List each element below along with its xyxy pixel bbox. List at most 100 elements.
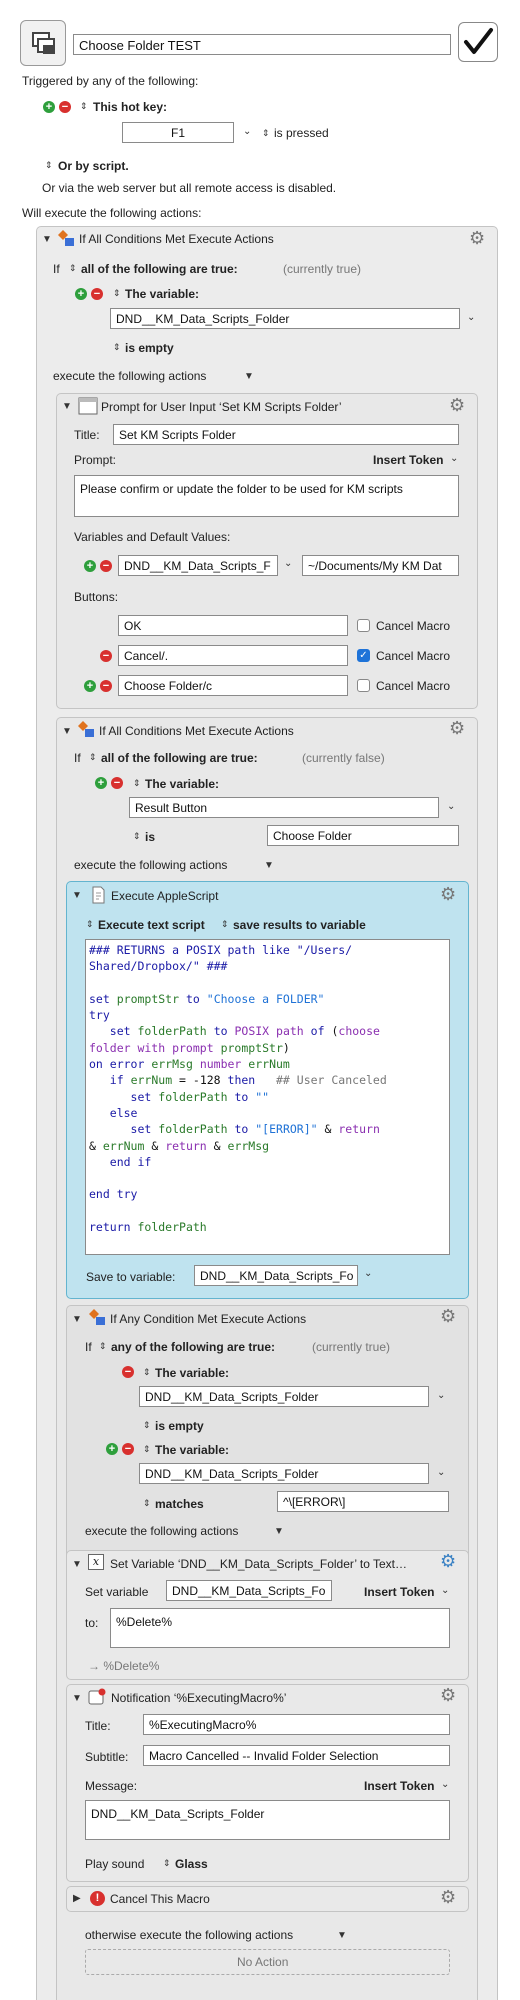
hotkey-state-stepper[interactable]: ⇕ — [262, 127, 270, 139]
gear-icon[interactable]: ⚙ — [449, 719, 465, 737]
button-label-field[interactable]: Choose Folder/c — [118, 675, 348, 696]
disclosure-triangle-icon[interactable]: ▼ — [264, 860, 274, 871]
condition-type[interactable]: The variable: — [125, 287, 199, 301]
match-stepper[interactable]: ⇕ — [99, 1340, 107, 1352]
condition-op[interactable]: matches — [155, 1497, 204, 1511]
chevron-down-icon[interactable]: ⌄ — [441, 1585, 449, 1596]
condition-value-field[interactable]: ^\[ERROR\] — [277, 1491, 449, 1512]
condition-type-stepper[interactable]: ⇕ — [143, 1443, 151, 1455]
hotkey-field[interactable]: F1 — [122, 122, 234, 143]
insert-token-menu[interactable]: Insert Token — [364, 1779, 434, 1793]
chevron-down-icon[interactable]: ⌄ — [467, 312, 475, 323]
gear-icon[interactable]: ⚙ — [469, 229, 485, 247]
disclosure-triangle-icon[interactable]: ▼ — [72, 1314, 82, 1325]
plus-icon[interactable]: + — [106, 1443, 118, 1455]
button-label-field[interactable]: Cancel/. — [118, 645, 348, 666]
minus-icon[interactable]: − — [100, 560, 112, 572]
variable-name-field[interactable]: DND__KM_Data_Scripts_Folder — [139, 1386, 429, 1407]
plus-icon[interactable]: + — [84, 560, 96, 572]
save-mode[interactable]: save results to variable — [233, 918, 366, 932]
minus-icon[interactable]: − — [122, 1366, 134, 1378]
minus-icon[interactable]: − — [111, 777, 123, 789]
minus-icon[interactable]: − — [100, 650, 112, 662]
condition-op-stepper[interactable]: ⇕ — [133, 830, 141, 842]
save-mode-stepper[interactable]: ⇕ — [221, 918, 229, 930]
gear-icon[interactable]: ⚙ — [440, 1888, 456, 1906]
condition-op[interactable]: is empty — [155, 1419, 204, 1433]
insert-token-menu[interactable]: Insert Token — [364, 1585, 434, 1599]
gear-icon[interactable]: ⚙ — [440, 1686, 456, 1704]
prompt-text-area[interactable]: Please confirm or update the folder to b… — [74, 475, 459, 517]
set-value-text-area[interactable]: %Delete% — [110, 1608, 450, 1648]
notification-title-field[interactable]: %ExecutingMacro% — [143, 1714, 450, 1735]
condition-type-stepper[interactable]: ⇕ — [113, 287, 121, 299]
chevron-down-icon[interactable]: ⌄ — [447, 801, 455, 812]
minus-icon[interactable]: − — [59, 101, 71, 113]
variable-name-field[interactable]: DND__KM_Data_Scripts_Fo — [166, 1580, 332, 1601]
plus-icon[interactable]: + — [84, 680, 96, 692]
sound-stepper[interactable]: ⇕ — [163, 1857, 171, 1869]
chevron-down-icon[interactable]: ⌄ — [243, 126, 251, 137]
minus-icon[interactable]: − — [100, 680, 112, 692]
script-mode[interactable]: Execute text script — [98, 918, 205, 932]
gear-icon[interactable]: ⚙ — [449, 396, 465, 414]
match-label[interactable]: any of the following are true: — [111, 1340, 275, 1354]
gear-icon[interactable]: ⚙ — [440, 1552, 456, 1570]
hotkey-state[interactable]: is pressed — [274, 126, 329, 140]
variable-name-field[interactable]: DND__KM_Data_Scripts_Folder — [110, 308, 460, 329]
disclosure-triangle-icon[interactable]: ▼ — [72, 1693, 82, 1704]
minus-icon[interactable]: − — [91, 288, 103, 300]
notification-subtitle-field[interactable]: Macro Cancelled -- Invalid Folder Select… — [143, 1745, 450, 1766]
condition-op-stepper[interactable]: ⇕ — [143, 1419, 151, 1431]
gear-icon[interactable]: ⚙ — [440, 885, 456, 903]
plus-icon[interactable]: + — [95, 777, 107, 789]
disclosure-triangle-icon[interactable]: ▼ — [274, 1526, 284, 1537]
disclosure-triangle-icon[interactable]: ▼ — [244, 371, 254, 382]
condition-op[interactable]: is — [145, 830, 155, 844]
cancel-macro-checkbox[interactable] — [357, 619, 370, 632]
disclosure-triangle-icon[interactable]: ▼ — [72, 890, 82, 901]
condition-op[interactable]: is empty — [125, 341, 174, 355]
enable-macro-checkbox[interactable] — [458, 22, 498, 62]
match-stepper[interactable]: ⇕ — [89, 751, 97, 763]
condition-type-stepper[interactable]: ⇕ — [143, 1366, 151, 1378]
disclosure-triangle-icon[interactable]: ▼ — [337, 1930, 347, 1941]
match-stepper[interactable]: ⇕ — [69, 262, 77, 274]
variable-default-field[interactable]: ~/Documents/My KM Dat — [302, 555, 459, 576]
macro-name-field[interactable]: Choose Folder TEST — [73, 34, 451, 55]
chevron-down-icon[interactable]: ⌄ — [441, 1779, 449, 1790]
cancel-macro-checkbox[interactable] — [357, 679, 370, 692]
condition-op-stepper[interactable]: ⇕ — [113, 341, 121, 353]
disclosure-triangle-icon[interactable]: ▼ — [62, 726, 72, 737]
match-label[interactable]: all of the following are true: — [81, 262, 238, 276]
disclosure-triangle-icon[interactable]: ▼ — [62, 401, 72, 412]
cancel-macro-checkbox[interactable]: ✓ — [357, 649, 370, 662]
disclosure-triangle-icon[interactable]: ▼ — [42, 234, 52, 245]
chevron-down-icon[interactable]: ⌄ — [437, 1467, 445, 1478]
trigger-type-stepper[interactable]: ⇕ — [80, 100, 88, 112]
match-label[interactable]: all of the following are true: — [101, 751, 258, 765]
button-label-field[interactable]: OK — [118, 615, 348, 636]
save-variable-field[interactable]: DND__KM_Data_Scripts_Fo — [194, 1265, 358, 1286]
script-mode-stepper[interactable]: ⇕ — [86, 918, 94, 930]
condition-value-field[interactable]: Choose Folder — [267, 825, 459, 846]
variable-name-field[interactable]: DND__KM_Data_Scripts_F — [118, 555, 278, 576]
or-script-stepper[interactable]: ⇕ — [45, 159, 53, 171]
plus-icon[interactable]: + — [43, 101, 55, 113]
gear-icon[interactable]: ⚙ — [440, 1307, 456, 1325]
applescript-code-editor[interactable]: ### RETURNS a POSIX path like "/Users/ S… — [85, 939, 450, 1255]
condition-type[interactable]: The variable: — [155, 1443, 229, 1457]
variable-name-field[interactable]: Result Button — [129, 797, 439, 818]
plus-icon[interactable]: + — [75, 288, 87, 300]
condition-type[interactable]: The variable: — [145, 777, 219, 791]
disclosure-triangle-icon[interactable]: ▼ — [72, 1559, 82, 1570]
condition-op-stepper[interactable]: ⇕ — [143, 1497, 151, 1509]
chevron-down-icon[interactable]: ⌄ — [364, 1268, 372, 1279]
minus-icon[interactable]: − — [122, 1443, 134, 1455]
condition-type-stepper[interactable]: ⇕ — [133, 777, 141, 789]
sound-value[interactable]: Glass — [175, 1857, 208, 1871]
notification-message-area[interactable]: DND__KM_Data_Scripts_Folder — [85, 1800, 450, 1840]
insert-token-menu[interactable]: Insert Token — [373, 453, 443, 467]
chevron-down-icon[interactable]: ⌄ — [437, 1390, 445, 1401]
macro-group-icon[interactable] — [20, 20, 66, 66]
